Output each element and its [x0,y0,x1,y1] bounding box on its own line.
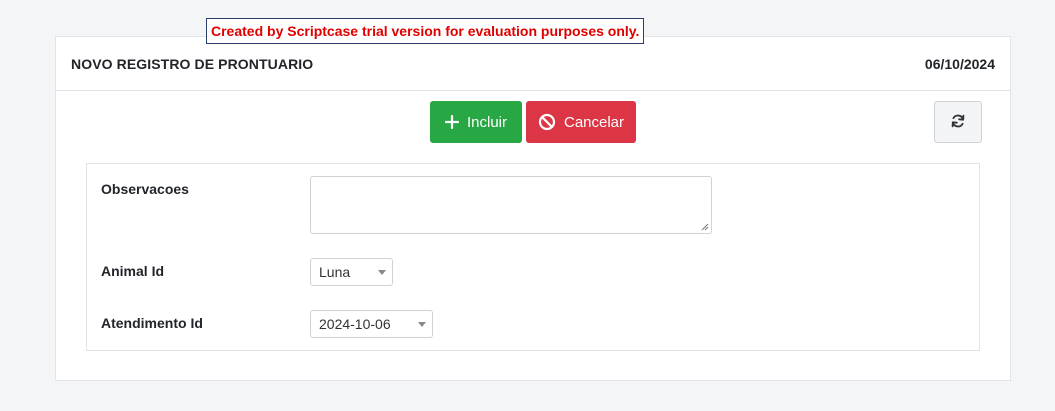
form-card: NOVO REGISTRO DE PRONTUARIO 06/10/2024 I… [55,36,1011,381]
incluir-button-label: Incluir [466,113,507,131]
ban-icon [538,113,556,131]
atendimento-id-value: 2024-10-06 [319,316,391,332]
chevron-down-icon [378,270,386,275]
observacoes-textarea[interactable] [310,176,712,234]
toolbar: Incluir Cancelar [56,101,1010,143]
animal-id-select[interactable]: Luna [310,258,393,286]
atendimento-id-label: Atendimento Id [101,315,203,331]
trial-version-banner: Created by Scriptcase trial version for … [206,18,645,44]
plus-icon [444,115,459,129]
refresh-button[interactable] [934,101,982,143]
refresh-icon [950,113,966,132]
cancelar-button-label: Cancelar [563,113,625,131]
atendimento-id-select[interactable]: 2024-10-06 [310,310,433,338]
form-fields-box: Observacoes Animal Id Luna Atendimento I… [86,163,980,351]
incluir-button[interactable]: Incluir [430,101,522,143]
animal-id-value: Luna [319,264,351,280]
resize-grip-icon[interactable] [701,223,709,231]
page-title: NOVO REGISTRO DE PRONTUARIO [71,56,314,72]
card-header: NOVO REGISTRO DE PRONTUARIO 06/10/2024 [56,37,1010,91]
cancelar-button[interactable]: Cancelar [526,101,636,143]
header-date: 06/10/2024 [924,56,995,72]
observacoes-label: Observacoes [101,181,189,197]
chevron-down-icon [418,322,426,327]
animal-id-label: Animal Id [101,263,165,279]
